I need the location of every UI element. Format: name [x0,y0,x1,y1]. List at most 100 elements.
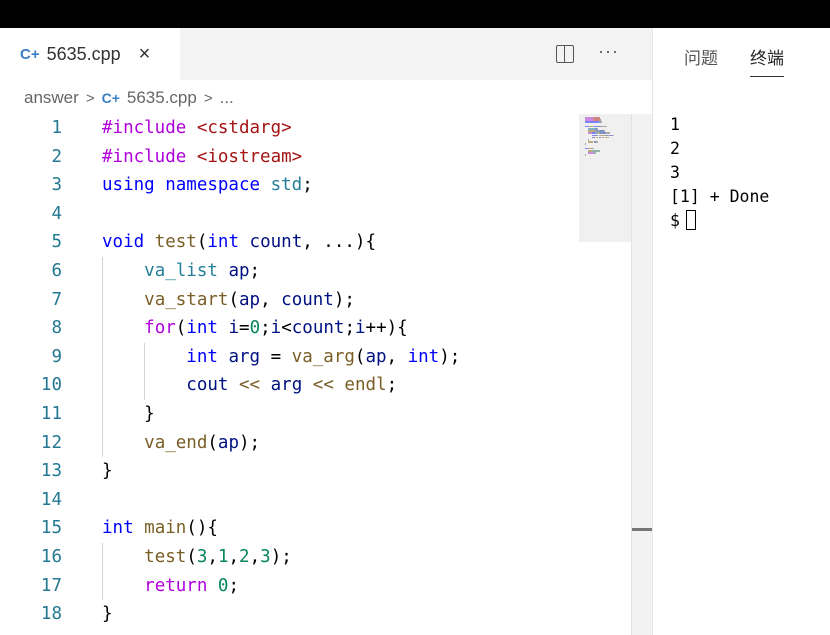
code-text: va_list ap; [102,257,260,286]
window-top-bar [0,0,830,28]
code-line[interactable]: 7 va_start(ap, count); [0,285,632,315]
close-icon[interactable]: × [139,44,151,64]
code-line[interactable]: 15 int main(){ [0,514,632,543]
code-token: , [249,546,261,567]
cpp-file-icon: C+ [20,45,40,63]
code-token: void [102,232,155,253]
code-token: cout [186,375,229,396]
code-line[interactable]: 16 test(3,1,2,3); [0,542,632,572]
code-line[interactable]: 6 va_list ap; [0,256,632,286]
breadcrumb-file[interactable]: 5635.cpp [127,88,197,108]
minimap-stroke [585,154,586,156]
terminal-line: 1 [670,115,680,134]
code-token: ; [386,375,398,396]
code-line[interactable]: 3 using namespace std; [0,171,632,200]
code-token: va_list [144,260,229,281]
code-text: using namespace std; [102,171,313,200]
line-number: 8 [51,318,62,339]
editor-tab-strip: C+ 5635.cpp × ··· [0,28,652,80]
code-token: va_arg [291,346,355,367]
indent-guide [144,371,146,400]
code-line[interactable]: 1 #include <cstdarg> [0,114,632,143]
breadcrumb: answer > C+ 5635.cpp > ... [24,86,234,110]
code-line[interactable]: 11 } [0,399,632,429]
line-number: 11 [40,403,62,424]
code-token: va_end [144,432,208,453]
code-line[interactable]: 10 cout << arg << endl; [0,371,632,400]
code-text: va_end(ap); [102,429,260,458]
code-token: = [239,318,250,339]
code-token: 0 [249,318,261,339]
breadcrumb-ellipsis[interactable]: ... [220,88,234,108]
code-token: ap [239,289,261,310]
more-actions-icon[interactable]: ··· [598,42,619,60]
breadcrumb-folder[interactable]: answer [24,88,79,108]
code-token: <iostream> [196,146,303,167]
chevron-right-icon: > [203,89,213,107]
code-line[interactable]: 2 #include <iostream> [0,143,632,172]
code-text: #include <cstdarg> [102,114,292,143]
code-line[interactable]: 4 [0,200,632,229]
code-token: , [228,546,240,567]
code-line[interactable]: 13} [0,457,632,486]
terminal-line: 2 [670,139,680,158]
vertical-scrollbar[interactable] [631,114,652,635]
code-text: int arg = va_arg(ap, int); [102,343,460,372]
code-token: 3 [260,546,271,567]
scrollbar-thumb[interactable] [632,528,652,531]
code-text: test(3,1,2,3); [102,543,292,572]
minimap-stroke [607,136,609,139]
line-number: 7 [51,289,62,310]
code-token: , [386,346,408,367]
code-line[interactable]: 12 va_end(ap); [0,428,632,458]
tab-5635-cpp[interactable]: C+ 5635.cpp × [0,28,180,80]
code-token: ( [207,432,218,453]
code-text: } [102,600,113,629]
line-number: 16 [40,546,62,567]
code-token: test [154,232,197,253]
code-token: 0 [217,575,229,596]
split-editor-icon[interactable] [556,45,574,63]
code-line[interactable]: 8 for(int i=0;i<count;i++){ [0,314,632,343]
code-token: ); [439,346,461,367]
code-token: << [239,375,261,396]
indent-guide [102,571,103,601]
minimap-stroke [612,134,614,137]
minimap[interactable] [579,114,631,242]
code-token: , ...){ [302,232,376,253]
code-token: = [260,346,292,367]
code-line[interactable]: 5 void test(int count, ...){ [0,228,632,257]
code-token: ; [302,175,313,196]
code-token: ); [333,289,355,310]
code-token: 1 [217,546,229,567]
code-token: } [102,604,113,625]
code-area[interactable]: 1 #include <cstdarg> 2 #include <iostream> 3… [0,114,632,629]
code-line[interactable]: 17 return 0; [0,571,632,601]
indent-guide [144,342,146,372]
tab-problems[interactable]: 问题 [684,44,718,69]
code-token: ap [228,260,250,281]
chevron-right-icon: > [85,89,95,107]
code-token: } [102,403,155,424]
minimap-stroke [595,152,597,154]
line-number: 2 [51,146,62,167]
code-token: int [186,346,229,367]
terminal-output[interactable]: 1 2 3 [1] + Done $ [670,113,769,233]
line-number: 6 [51,260,62,281]
code-text: void test(int count, ...){ [102,228,376,257]
code-text: #include <iostream> [102,143,302,172]
code-token: 2 [239,546,250,567]
terminal-panel: 问题 终端 1 2 3 [1] + Done $ [652,28,830,635]
code-line[interactable]: 18} [0,600,632,629]
code-line[interactable]: 14 [0,486,632,515]
minimap-stroke [598,150,601,152]
code-token: (){ [186,518,218,539]
code-line[interactable]: 9 int arg = va_arg(ap, int); [0,342,632,372]
tab-terminal[interactable]: 终端 [750,44,784,77]
code-token: count [281,289,334,310]
